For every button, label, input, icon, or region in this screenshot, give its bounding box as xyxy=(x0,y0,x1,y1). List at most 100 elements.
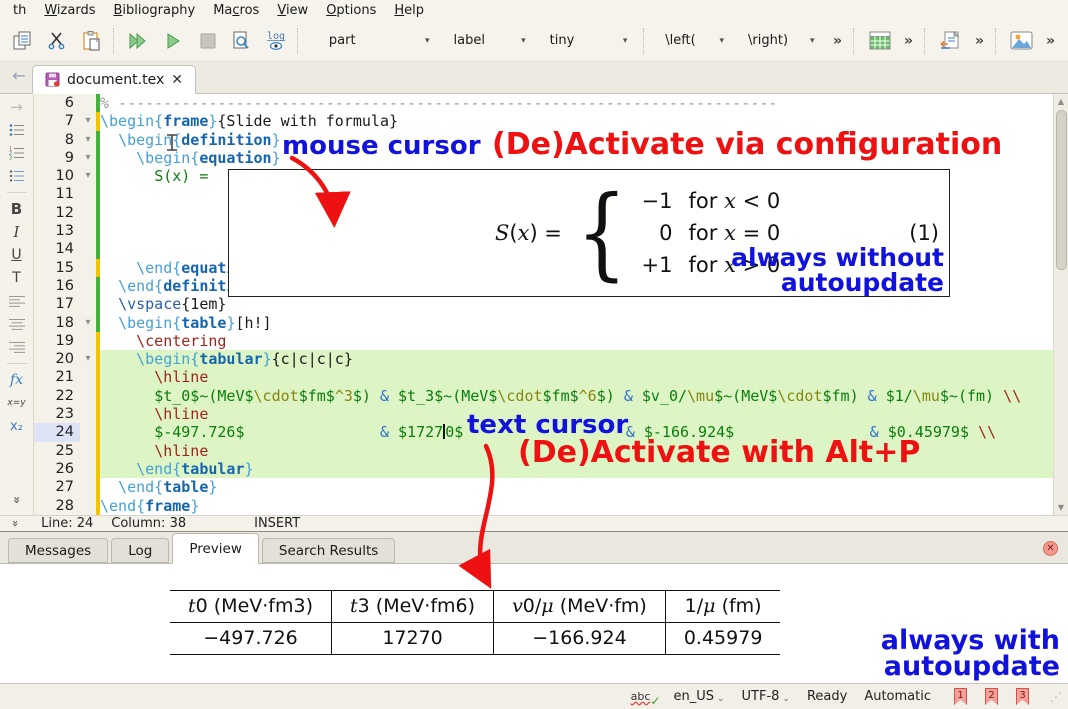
cut-icon[interactable] xyxy=(40,25,74,57)
code-line-22[interactable]: 22 $t_0$~(MeV$\cdot$fm$^3$) & $t_3$~(MeV… xyxy=(34,386,1053,406)
stop-button[interactable] xyxy=(191,25,225,57)
back-arrow-icon[interactable]: ← xyxy=(6,66,32,90)
bookmark-3-icon[interactable]: 3 xyxy=(1016,688,1029,705)
line-ending-indicator[interactable]: Automatic xyxy=(864,689,931,704)
toolbar-separator xyxy=(853,27,859,54)
label-dropdown[interactable]: label ▾ xyxy=(445,28,533,54)
line-number: 15 xyxy=(34,258,80,277)
code-line-27[interactable]: 27 \end{table} xyxy=(34,478,1053,497)
fold-marker[interactable]: ▾ xyxy=(80,350,96,369)
label-dropdown-label: label xyxy=(453,33,485,48)
code-text[interactable]: \end{table} xyxy=(100,478,1053,496)
scroll-down-icon[interactable]: ▼ xyxy=(1054,500,1068,515)
sidebar-text-style-icon[interactable]: T xyxy=(12,269,21,287)
menu-item-options[interactable]: Options xyxy=(317,2,385,19)
panel-tab-preview[interactable]: Preview xyxy=(172,533,259,564)
view-log-button[interactable]: log xyxy=(259,25,293,57)
sidebar-description-list-icon[interactable] xyxy=(9,167,25,185)
sidebar-subscript-icon[interactable]: x₂ xyxy=(10,417,23,435)
sidebar-underline-icon[interactable]: U xyxy=(11,246,21,264)
document-tab-bar: ← document.tex ✕ xyxy=(0,62,1068,94)
close-tab-icon[interactable]: ✕ xyxy=(171,72,183,88)
close-panel-icon[interactable]: ✕ xyxy=(1043,541,1058,556)
code-line-18[interactable]: 18 ▾ \begin{table}[h!] xyxy=(34,313,1053,332)
menu-item-bibliography[interactable]: Bibliography xyxy=(104,2,204,19)
menu-item-overflow[interactable]: th xyxy=(4,2,35,19)
code-text[interactable]: \centering xyxy=(100,332,1053,350)
sidebar-bold-icon[interactable]: B xyxy=(11,200,22,218)
sidebar-nav-forward-icon[interactable]: → xyxy=(10,98,23,116)
code-text[interactable]: % --------------------------------------… xyxy=(100,94,1053,112)
right-delimiter-dropdown[interactable]: \right) ▾ xyxy=(740,28,822,54)
language-dropdown[interactable]: en_US ⌄ xyxy=(673,689,724,704)
tabbing-wizard-icon[interactable] xyxy=(934,25,968,57)
resize-grip[interactable]: ⋰ xyxy=(1050,690,1062,704)
preview-table-header-cell: t0 (MeV·fm3) xyxy=(170,590,332,623)
left-delimiter-dropdown[interactable]: \left( ▾ xyxy=(657,28,732,54)
encoding-dropdown[interactable]: UTF-8 ⌄ xyxy=(742,689,790,704)
compile-button[interactable] xyxy=(156,25,190,57)
code-line-17[interactable]: 17 \vspace{1em} xyxy=(34,295,1053,314)
spellcheck-icon[interactable]: abc ✓ xyxy=(631,690,661,708)
sidebar-italic-icon[interactable]: I xyxy=(14,223,20,241)
editor-scrollbar[interactable]: ▲ ▼ xyxy=(1053,94,1068,515)
code-text[interactable]: \begin{table}[h!] xyxy=(100,314,1053,332)
copy-icon[interactable] xyxy=(6,25,40,57)
paste-icon[interactable] xyxy=(74,25,108,57)
sidebar-math-inline-icon[interactable]: fx xyxy=(10,371,23,389)
scrollbar-thumb[interactable] xyxy=(1056,110,1067,270)
code-line-20[interactable]: 20 ▾ \begin{tabular}{c|c|c|c} xyxy=(34,350,1053,369)
fold-marker xyxy=(80,276,96,296)
tiny-dropdown[interactable]: tiny ▾ xyxy=(542,28,636,54)
code-text[interactable]: \begin{tabular}{c|c|c|c} xyxy=(100,350,1053,369)
part-dropdown[interactable]: part ▾ xyxy=(321,28,438,54)
insert-image-icon[interactable] xyxy=(1005,25,1039,57)
sidebar-collapse-icon[interactable]: » xyxy=(7,496,25,504)
build-and-view-button[interactable] xyxy=(122,25,156,57)
document-tab-title: document.tex xyxy=(67,71,165,88)
bookmark-1-icon[interactable]: 1 xyxy=(954,688,967,705)
sidebar-align-center-icon[interactable] xyxy=(8,315,25,333)
document-tab[interactable]: document.tex ✕ xyxy=(32,65,196,94)
table-toolbar-overflow[interactable]: » xyxy=(897,33,920,49)
fold-marker[interactable]: ▾ xyxy=(80,130,96,149)
line-number: 19 xyxy=(34,331,80,351)
menu-item-macros[interactable]: Macros xyxy=(204,2,268,19)
code-line-21[interactable]: 21 \hline xyxy=(34,368,1053,387)
table-wizard-icon[interactable] xyxy=(863,25,897,57)
code-line-28[interactable]: 28 \end{frame} xyxy=(34,496,1053,515)
menu-item-view[interactable]: View xyxy=(268,2,317,19)
tabbing-toolbar-overflow[interactable]: » xyxy=(968,33,991,49)
menu-item-help[interactable]: Help xyxy=(385,2,433,19)
fold-marker[interactable]: ▾ xyxy=(80,167,96,186)
collapse-panel-icon[interactable]: » xyxy=(9,520,22,527)
scroll-up-icon[interactable]: ▲ xyxy=(1054,94,1068,109)
panel-tab-search-results[interactable]: Search Results xyxy=(261,538,396,563)
sidebar-bullet-list-icon[interactable] xyxy=(9,121,25,139)
sidebar-math-display-icon[interactable]: x=y xyxy=(7,394,25,412)
fold-marker[interactable]: ▾ xyxy=(80,313,96,332)
image-toolbar-overflow[interactable]: » xyxy=(1039,33,1062,49)
code-text[interactable]: \vspace{1em} xyxy=(100,295,1053,313)
sidebar-align-left-icon[interactable] xyxy=(8,292,25,310)
note-always-with-autoupdate: always with autoupdate xyxy=(880,625,1060,682)
menu-item-wizards[interactable]: Wizards xyxy=(35,2,104,19)
sidebar-numbered-list-icon[interactable]: 123 xyxy=(9,144,25,162)
panel-tab-messages[interactable]: Messages xyxy=(8,538,109,563)
code-line-19[interactable]: 19 \centering xyxy=(34,331,1053,351)
fold-marker[interactable]: ▾ xyxy=(80,112,96,131)
view-pdf-button[interactable] xyxy=(225,25,259,57)
line-number: 18 xyxy=(34,313,80,332)
code-text[interactable]: \hline xyxy=(100,368,1053,387)
preview-panel: t0 (MeV·fm3) t3 (MeV·fm6) v0/μ (MeV·fm) 1/μ… xyxy=(0,564,1068,683)
annotation-activate-altp: (De)Activate with Alt+P xyxy=(518,435,921,470)
code-text[interactable]: $t_0$~(MeV$\cdot$fm$^3$) & $t_3$~(MeV$\c… xyxy=(100,386,1053,406)
bookmark-2-icon[interactable]: 2 xyxy=(985,688,998,705)
sidebar-align-right-icon[interactable] xyxy=(8,338,25,356)
panel-tab-log[interactable]: Log xyxy=(111,538,170,563)
case-condition: for x = 0 xyxy=(688,221,781,245)
code-line-6[interactable]: 6 % -------------------------------------… xyxy=(34,94,1053,113)
fold-marker[interactable]: ▾ xyxy=(80,148,96,168)
math-toolbar-overflow[interactable]: » xyxy=(826,33,849,49)
code-text[interactable]: \end{frame} xyxy=(100,497,1053,515)
